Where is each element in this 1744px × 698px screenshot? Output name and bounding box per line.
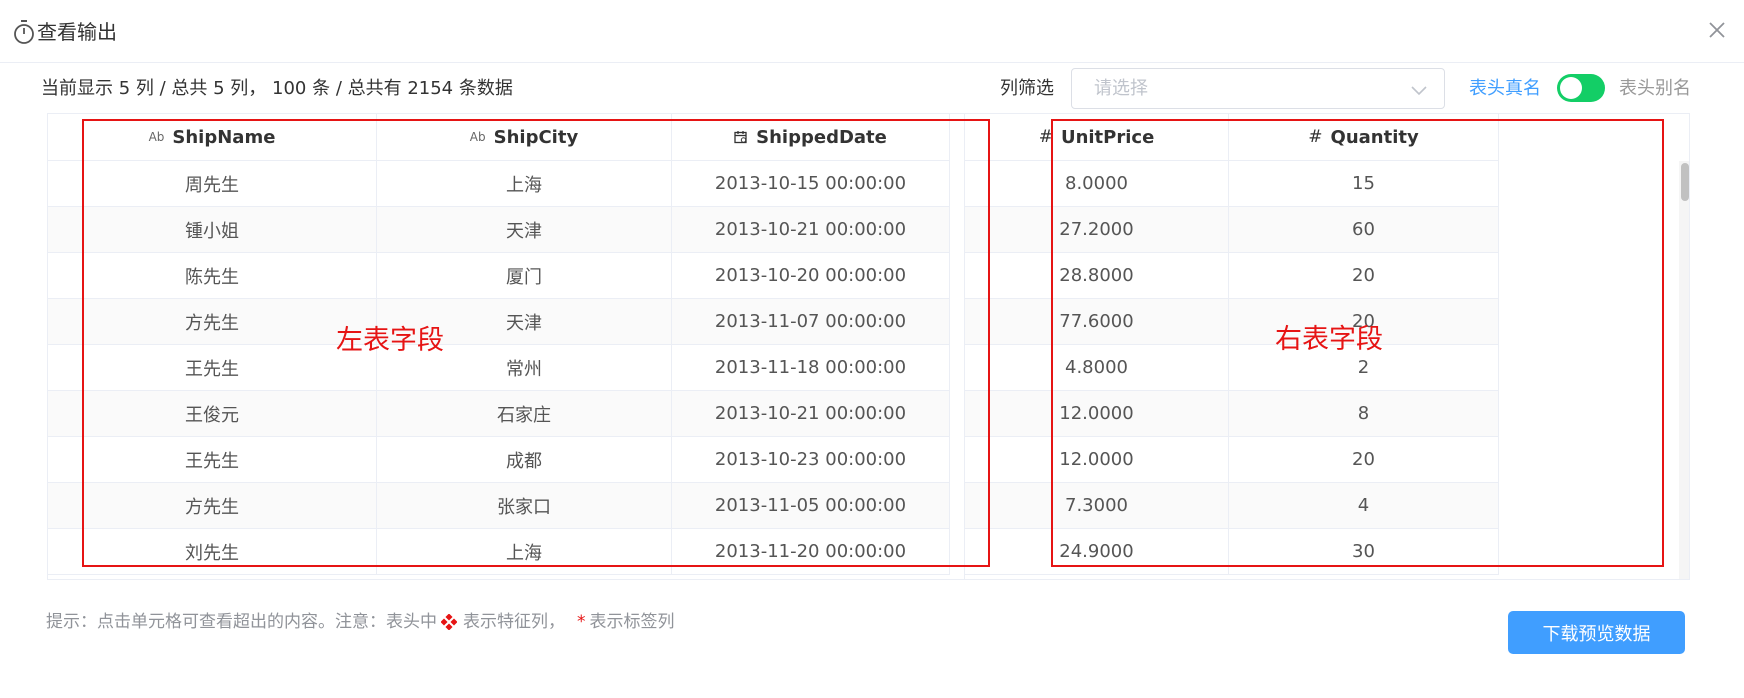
column-filter-label: 列筛选	[1000, 78, 1054, 99]
close-icon[interactable]	[1705, 18, 1729, 42]
data-summary: 当前显示 5 列 / 总共 5 列， 100 条 / 总共有 2154 条数据	[41, 78, 513, 99]
table-cell-shippeddate[interactable]: 2013-10-21 00:00:00	[672, 207, 950, 253]
table-cell-unitprice[interactable]: 7.3000	[965, 483, 1229, 529]
table-cell-shipcity[interactable]: 天津	[377, 207, 672, 253]
header-real-name-label[interactable]: 表头真名	[1469, 75, 1541, 103]
column-header-shipcity[interactable]: Ab ShipCity	[377, 114, 672, 161]
table-cell-unitprice[interactable]: 28.8000	[965, 253, 1229, 299]
table-cell-quantity[interactable]: 8	[1229, 391, 1499, 437]
data-table: Ab ShipName Ab ShipCity ShippedDate # UnitPric…	[47, 113, 1690, 580]
column-header-label: UnitPrice	[1060, 126, 1155, 148]
table-cell-shippeddate[interactable]: 2013-10-20 00:00:00	[672, 253, 950, 299]
table-cell-unitprice[interactable]: 12.0000	[965, 437, 1229, 483]
table-cell-quantity[interactable]: 15	[1229, 161, 1499, 207]
calendar-icon	[734, 131, 747, 144]
column-filter-placeholder: 请选择	[1094, 78, 1148, 99]
tip-label: 表示标签列	[589, 612, 675, 632]
tip-feature: 表示特征列，	[463, 612, 565, 632]
column-header-label: Quantity	[1330, 126, 1419, 148]
table-cell-unitprice[interactable]: 24.9000	[965, 529, 1229, 575]
table-cell-quantity[interactable]: 4	[1229, 483, 1499, 529]
column-header-quantity[interactable]: # Quantity	[1229, 114, 1499, 161]
table-cell-shipcity[interactable]: 厦门	[377, 253, 672, 299]
table-cell-shipname[interactable]: 王俊元	[48, 391, 377, 437]
feature-column-icon	[441, 614, 457, 630]
right-fields-label: 右表字段	[1275, 324, 1383, 355]
text-type-icon: Ab	[148, 130, 165, 144]
table-cell-shipname[interactable]: 陈先生	[48, 253, 377, 299]
tip-prefix: 提示：点击单元格可查看超出的内容。注意：表头中	[46, 612, 437, 632]
dialog-title: 查看输出	[37, 20, 117, 44]
table-cell-shipcity[interactable]: 上海	[377, 529, 672, 575]
table-cell-shippeddate[interactable]: 2013-10-21 00:00:00	[672, 391, 950, 437]
table-cell-shipname[interactable]: 周先生	[48, 161, 377, 207]
table-cell-shipname[interactable]: 锺小姐	[48, 207, 377, 253]
left-fields-label: 左表字段	[336, 325, 444, 356]
table-cell-unitprice[interactable]: 8.0000	[965, 161, 1229, 207]
footer-tip: 提示：点击单元格可查看超出的内容。注意：表头中 表示特征列， * 表示标签列	[46, 609, 675, 635]
table-cell-quantity[interactable]: 20	[1229, 253, 1499, 299]
header-alias-label[interactable]: 表头别名	[1619, 75, 1691, 103]
table-cell-quantity[interactable]: 60	[1229, 207, 1499, 253]
table-cell-shipcity[interactable]: 石家庄	[377, 391, 672, 437]
timer-icon	[14, 20, 34, 44]
table-spacer	[950, 114, 965, 579]
column-header-label: ShipCity	[493, 126, 579, 148]
table-cell-shippeddate[interactable]: 2013-10-15 00:00:00	[672, 161, 950, 207]
chevron-down-icon	[1411, 86, 1427, 96]
column-header-shippeddate[interactable]: ShippedDate	[672, 114, 950, 161]
label-column-star: *	[577, 612, 586, 632]
table-cell-unitprice[interactable]: 77.6000	[965, 299, 1229, 345]
table-cell-shipname[interactable]: 王先生	[48, 345, 377, 391]
column-header-shipname[interactable]: Ab ShipName	[48, 114, 377, 161]
column-header-unitprice[interactable]: # UnitPrice	[965, 114, 1229, 161]
table-cell-shippeddate[interactable]: 2013-11-07 00:00:00	[672, 299, 950, 345]
text-type-icon: Ab	[469, 130, 486, 144]
table-scrollbar[interactable]	[1679, 161, 1689, 579]
number-type-icon: #	[1038, 127, 1053, 147]
table-cell-unitprice[interactable]: 12.0000	[965, 391, 1229, 437]
scrollbar-thumb[interactable]	[1681, 163, 1689, 201]
toggle-knob	[1560, 77, 1582, 99]
column-header-label: ShippedDate	[756, 126, 887, 148]
table-cell-shipcity[interactable]: 张家口	[377, 483, 672, 529]
table-cell-shipname[interactable]: 方先生	[48, 299, 377, 345]
table-cell-shippeddate[interactable]: 2013-11-05 00:00:00	[672, 483, 950, 529]
table-cell-quantity[interactable]: 20	[1229, 437, 1499, 483]
table-cell-shipname[interactable]: 刘先生	[48, 529, 377, 575]
table-cell-shippeddate[interactable]: 2013-11-20 00:00:00	[672, 529, 950, 575]
download-preview-button[interactable]: 下载预览数据	[1508, 611, 1685, 654]
table-cell-shipcity[interactable]: 成都	[377, 437, 672, 483]
column-filter-select[interactable]: 请选择	[1071, 68, 1445, 109]
column-header-label: ShipName	[172, 126, 276, 148]
table-cell-shipcity[interactable]: 上海	[377, 161, 672, 207]
table-cell-unitprice[interactable]: 27.2000	[965, 207, 1229, 253]
table-cell-unitprice[interactable]: 4.8000	[965, 345, 1229, 391]
table-cell-shipname[interactable]: 王先生	[48, 437, 377, 483]
header-name-toggle[interactable]	[1557, 74, 1605, 102]
dialog-header: 查看输出	[0, 0, 1744, 63]
table-cell-quantity[interactable]: 30	[1229, 529, 1499, 575]
table-cell-shipname[interactable]: 方先生	[48, 483, 377, 529]
number-type-icon: #	[1308, 127, 1323, 147]
table-cell-shippeddate[interactable]: 2013-11-18 00:00:00	[672, 345, 950, 391]
table-cell-shippeddate[interactable]: 2013-10-23 00:00:00	[672, 437, 950, 483]
